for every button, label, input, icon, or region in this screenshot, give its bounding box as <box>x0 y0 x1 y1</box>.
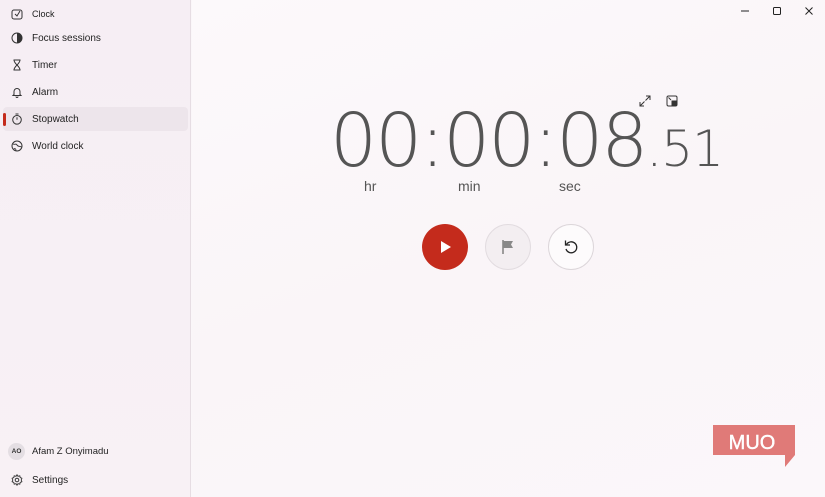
sidebar-item-label: Alarm <box>32 86 59 98</box>
hourglass-icon <box>13 59 21 71</box>
window-controls <box>729 0 825 22</box>
minimize-icon <box>741 10 749 12</box>
avatar: AO <box>8 443 25 460</box>
flag-icon <box>502 240 513 254</box>
start-button[interactable] <box>422 224 468 270</box>
minutes-value: 00 <box>443 98 535 184</box>
clock-app-icon <box>11 9 23 20</box>
separator: : <box>420 98 445 184</box>
sidebar: Clock Focus sessions Timer Alarm Stopwat… <box>0 0 191 497</box>
muo-watermark-logo: MUO <box>713 425 795 467</box>
reset-button[interactable] <box>548 224 594 270</box>
lap-button[interactable] <box>485 224 531 270</box>
focus-icon <box>11 32 23 44</box>
selection-indicator <box>3 113 6 126</box>
unit-hours: hr <box>364 178 377 194</box>
watermark-text: MUO <box>729 432 776 454</box>
maximize-icon <box>773 7 781 15</box>
reset-icon <box>564 240 578 254</box>
unit-seconds: sec <box>559 178 581 194</box>
unit-minutes: min <box>458 178 481 194</box>
sidebar-item-stopwatch[interactable]: Stopwatch <box>3 107 188 131</box>
seconds-value: 08 <box>556 98 648 184</box>
app-title-bar: Clock <box>11 6 55 22</box>
hundredths-value: 51 <box>661 120 724 178</box>
sidebar-item-world-clock[interactable]: World clock <box>3 134 188 158</box>
settings-label: Settings <box>32 474 69 486</box>
separator: : <box>533 98 558 184</box>
sidebar-item-label: Stopwatch <box>32 113 79 125</box>
globe-icon <box>11 140 23 152</box>
close-button[interactable] <box>793 0 825 22</box>
user-name: Afam Z Onyimadu <box>32 446 109 457</box>
decimal-point: . <box>646 120 662 178</box>
maximize-button[interactable] <box>761 0 793 22</box>
sidebar-item-label: Timer <box>32 59 58 71</box>
close-icon <box>805 7 813 15</box>
sidebar-item-label: Focus sessions <box>32 32 101 44</box>
settings-button[interactable]: Settings <box>11 474 68 486</box>
sidebar-item-alarm[interactable]: Alarm <box>3 80 188 104</box>
gear-icon <box>11 474 23 486</box>
nav-list: Focus sessions Timer Alarm Stopwatch Wor… <box>3 26 188 161</box>
stopwatch-icon <box>12 113 22 125</box>
stopwatch-time-display: 00 : 00 : 08 . 51 <box>330 98 724 184</box>
app-title: Clock <box>32 9 55 19</box>
sidebar-item-label: World clock <box>32 140 84 152</box>
sidebar-item-timer[interactable]: Timer <box>3 53 188 77</box>
sidebar-item-focus-sessions[interactable]: Focus sessions <box>3 26 188 50</box>
minimize-button[interactable] <box>729 0 761 22</box>
play-icon <box>441 241 451 253</box>
user-account[interactable]: AO Afam Z Onyimadu <box>8 443 109 460</box>
bell-icon <box>11 88 23 98</box>
hours-value: 00 <box>330 98 422 184</box>
